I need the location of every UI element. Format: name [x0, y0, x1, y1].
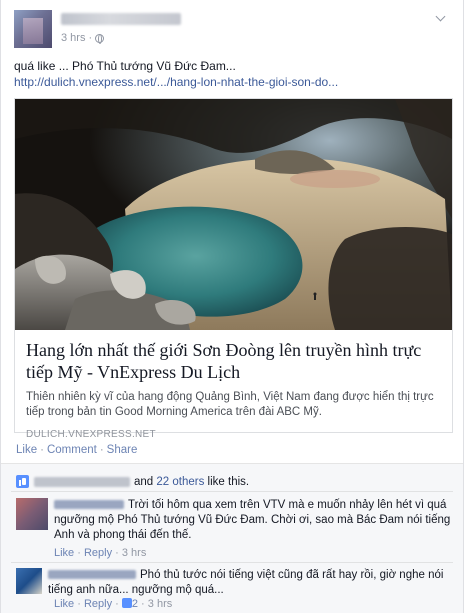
- comment-button[interactable]: Comment: [47, 444, 97, 456]
- comment-text: Trời tối hôm qua xem trên VTV mà e muốn …: [54, 499, 451, 541]
- post-time[interactable]: 3 hrs: [61, 32, 85, 44]
- comment-like-count[interactable]: 2: [132, 598, 138, 610]
- comment-meta: Like · Reply · 2 · 3 hrs: [54, 598, 173, 610]
- post-message-text: quá like ... Phó Thủ tướng Vũ Đức Đam...: [14, 59, 236, 73]
- likes-and: and: [134, 475, 154, 488]
- likes-summary: and 22 others like this.: [16, 475, 249, 488]
- comment-item: Phó thủ tước nói tiếng việt cũng đã rất …: [16, 568, 456, 613]
- like-button[interactable]: Like: [16, 444, 37, 456]
- globe-icon[interactable]: [95, 33, 105, 44]
- post-message: quá like ... Phó Thủ tướng Vũ Đức Đam...…: [14, 58, 454, 90]
- news-feed-post: 3 hrs · quá like ... Phó Thủ tướng Vũ Đứ…: [0, 0, 464, 613]
- commenter-name-redacted[interactable]: [48, 570, 136, 580]
- chevron-down-icon[interactable]: [434, 12, 448, 26]
- link-card-body: Hang lớn nhất thế giới Sơn Đoòng lên tru…: [15, 330, 452, 440]
- share-button[interactable]: Share: [107, 444, 138, 456]
- link-preview-card[interactable]: Hang lớn nhất thế giới Sơn Đoòng lên tru…: [14, 98, 453, 440]
- commenter-avatar[interactable]: [16, 568, 42, 594]
- comment-reply-button[interactable]: Reply: [84, 598, 112, 610]
- author-avatar[interactable]: [14, 10, 52, 48]
- divider: [11, 491, 453, 492]
- liker-name-redacted[interactable]: [34, 476, 130, 487]
- comment-reply-button[interactable]: Reply: [84, 547, 112, 559]
- commenter-avatar[interactable]: [16, 498, 48, 530]
- comment-time[interactable]: 3 hrs: [122, 547, 146, 559]
- post-header: 3 hrs ·: [14, 10, 454, 48]
- post-message-link[interactable]: http://dulich.vnexpress.net/.../hang-lon…: [14, 74, 454, 90]
- author-name-redacted[interactable]: [61, 13, 181, 25]
- feedback-section: and 22 others like this. Trời tối hôm qu…: [1, 463, 463, 613]
- comment-time[interactable]: 3 hrs: [148, 598, 172, 610]
- divider: [11, 562, 453, 563]
- likes-suffix: like this.: [207, 475, 250, 488]
- comment-meta: Like · Reply · 3 hrs: [54, 547, 147, 559]
- like-thumb-icon: [121, 598, 132, 608]
- comment-like-button[interactable]: Like: [54, 598, 74, 610]
- commenter-name-redacted[interactable]: [54, 500, 124, 510]
- link-title[interactable]: Hang lớn nhất thế giới Sơn Đoòng lên tru…: [26, 339, 442, 383]
- post-actions: Like · Comment · Share: [16, 444, 138, 456]
- likes-others-link[interactable]: 22 others: [156, 476, 204, 488]
- comment-like-button[interactable]: Like: [54, 547, 74, 559]
- post-meta: 3 hrs ·: [61, 32, 105, 44]
- comment-item: Trời tối hôm qua xem trên VTV mà e muốn …: [16, 498, 456, 562]
- comment-text: Phó thủ tước nói tiếng việt cũng đã rất …: [48, 569, 444, 596]
- like-thumb-icon: [16, 475, 29, 488]
- link-description: Thiên nhiên kỳ vĩ của hang động Quảng Bì…: [26, 391, 434, 418]
- link-domain: DULICH.VNEXPRESS.NET: [26, 429, 156, 440]
- cave-photo[interactable]: [15, 99, 452, 330]
